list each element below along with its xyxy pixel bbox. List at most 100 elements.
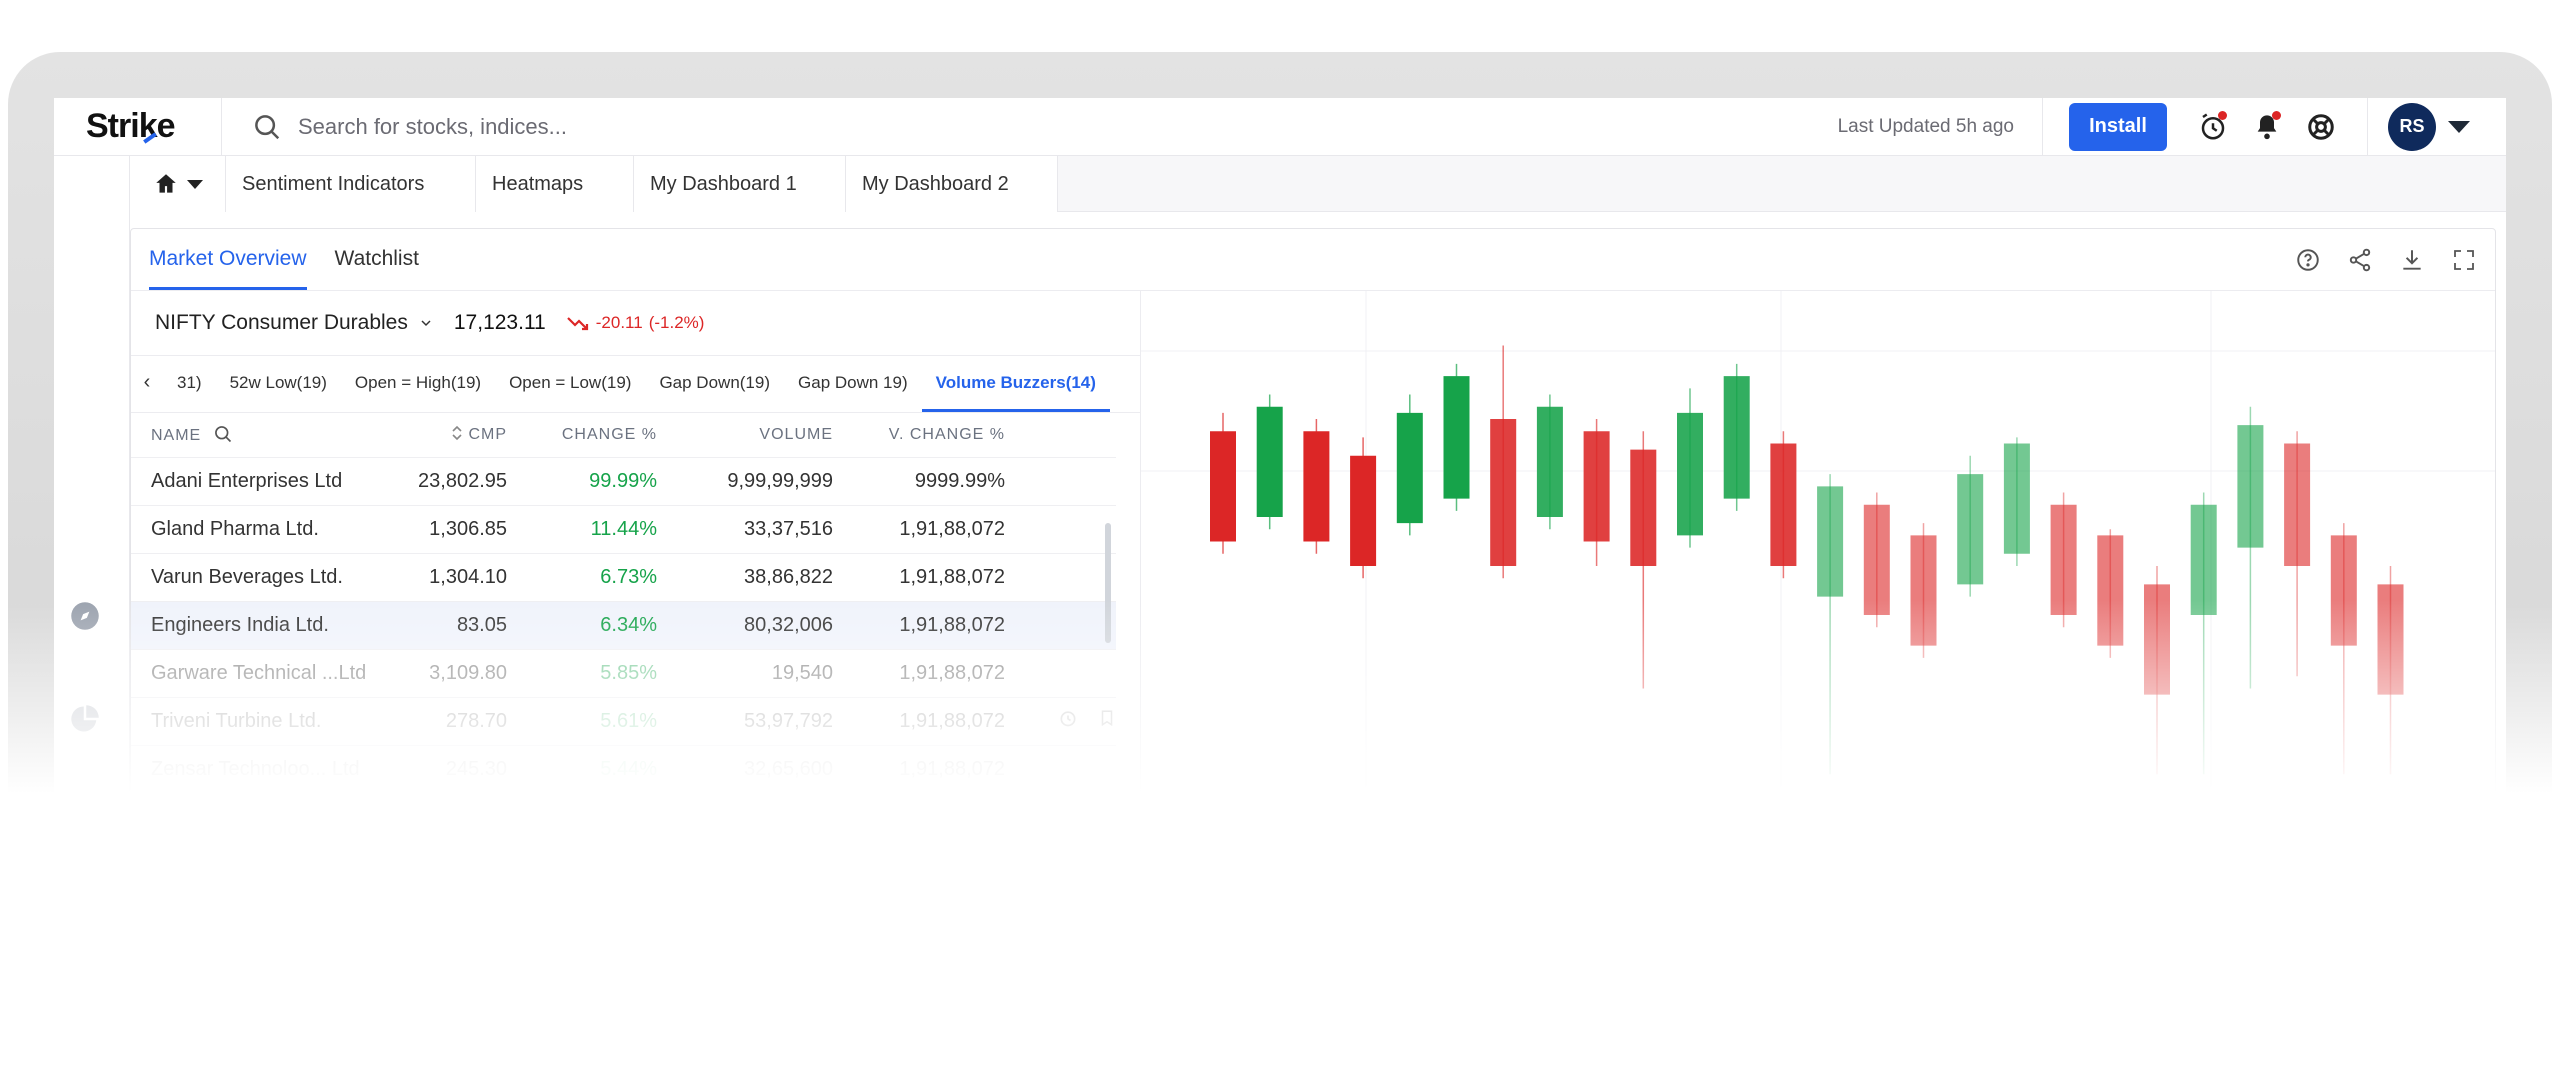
- app-window: Strike Last Updated 5h ago Install RS: [54, 98, 2506, 812]
- stock-name[interactable]: Varun Beverages Ltd.: [131, 552, 379, 601]
- download-icon[interactable]: [2395, 243, 2429, 277]
- column-cmp-header[interactable]: CMP: [379, 413, 507, 457]
- tab-my-dashboard-1[interactable]: My Dashboard 1: [634, 156, 846, 212]
- table-row[interactable]: Gland Pharma Ltd. 1,306.85 11.44% 33,37,…: [131, 504, 1116, 553]
- candle-up[interactable]: [1536, 406, 1563, 517]
- candle-down[interactable]: [1303, 431, 1330, 542]
- candle-up[interactable]: [2237, 425, 2264, 548]
- stock-cmp: 1,304.10: [379, 552, 507, 601]
- candle-up[interactable]: [1677, 412, 1703, 536]
- stock-name[interactable]: Adani Enterprises Ltd: [131, 456, 379, 505]
- row-actions: [1005, 600, 1116, 649]
- table-row[interactable]: Adani Enterprises Ltd 23,802.95 99.99% 9…: [131, 456, 1116, 505]
- stock-cmp: 83.05: [379, 600, 507, 649]
- candle-up[interactable]: [1256, 406, 1283, 517]
- bell-icon[interactable]: [2247, 107, 2287, 147]
- filter-chip[interactable]: Gap Down(19): [645, 356, 784, 412]
- filter-chip[interactable]: Open = Low(19): [495, 356, 645, 412]
- stock-vchange: 1,91,88,072: [833, 504, 1005, 553]
- stock-cmp: 23,802.95: [379, 456, 507, 505]
- stock-name[interactable]: Gland Pharma Ltd.: [131, 504, 379, 553]
- stock-cmp: 1,306.85: [379, 504, 507, 553]
- tab-my-dashboard-2[interactable]: My Dashboard 2: [846, 156, 1058, 212]
- candle-down[interactable]: [1210, 431, 1236, 542]
- chevron-down-icon: [421, 320, 431, 327]
- candle-down[interactable]: [2377, 584, 2404, 695]
- logo-text-prefix: Stri: [86, 107, 140, 145]
- candle-down[interactable]: [2144, 584, 2170, 695]
- stock-name[interactable]: Triveni Turbine Ltd.: [131, 696, 379, 745]
- help-icon[interactable]: [2291, 243, 2325, 277]
- candle-down[interactable]: [1770, 443, 1797, 567]
- install-button[interactable]: Install: [2069, 102, 2167, 151]
- column-volume-header[interactable]: VOLUME: [657, 413, 833, 457]
- search-input[interactable]: [298, 113, 998, 140]
- stock-name[interactable]: Engineers India Ltd.: [131, 600, 379, 649]
- panel-toolbar: [2291, 243, 2481, 277]
- filter-chip[interactable]: 52w Low(19): [216, 356, 341, 412]
- strike-logo[interactable]: Stri k e: [54, 98, 222, 156]
- index-change-value: -20.11: [595, 313, 643, 332]
- alarm-icon[interactable]: [2193, 107, 2233, 147]
- stock-name[interactable]: Garware Technical ...Ltd: [131, 648, 379, 697]
- support-icon[interactable]: [2301, 107, 2341, 147]
- candle-up[interactable]: [1723, 376, 1750, 499]
- bell-notification-dot: [2272, 110, 2281, 120]
- tab-heatmaps[interactable]: Heatmaps: [476, 156, 634, 212]
- filter-chip-active[interactable]: Volume Buzzers(14): [921, 356, 1110, 412]
- candle-down[interactable]: [1910, 535, 1937, 646]
- candle-down[interactable]: [2050, 504, 2077, 615]
- candle-down[interactable]: [2097, 535, 2124, 646]
- share-icon[interactable]: [2343, 243, 2377, 277]
- tab-sentiment-indicators[interactable]: Sentiment Indicators: [226, 156, 476, 212]
- candle-up[interactable]: [1817, 486, 1844, 597]
- bookmark-icon[interactable]: [1098, 708, 1116, 728]
- candle-up[interactable]: [1443, 376, 1470, 499]
- candle-down[interactable]: [1490, 419, 1517, 566]
- candle-up[interactable]: [1957, 474, 1984, 585]
- pie-chart-icon[interactable]: [70, 704, 100, 734]
- candle-down[interactable]: [1350, 455, 1377, 566]
- search-icon[interactable]: [213, 424, 233, 444]
- filter-chip[interactable]: Open = High(19): [341, 356, 495, 412]
- chevron-left-icon[interactable]: ‹: [131, 356, 163, 412]
- candle-up[interactable]: [2190, 504, 2217, 615]
- column-cmp-label: CMP: [468, 426, 507, 444]
- column-actions-header: [1005, 413, 1116, 457]
- table-row[interactable]: Zensar Technoloo... Ltd 245.30 5.44% 32,…: [131, 744, 1116, 793]
- table-row[interactable]: Garware Technical ...Ltd 3,109.80 5.85% …: [131, 648, 1116, 697]
- avatar[interactable]: RS: [2388, 102, 2436, 151]
- search-bar[interactable]: [222, 98, 1838, 156]
- candle-down[interactable]: [1630, 449, 1657, 566]
- candle-down[interactable]: [2284, 443, 2311, 567]
- table-row-highlighted[interactable]: Engineers India Ltd. 83.05 6.34% 80,32,0…: [131, 600, 1116, 649]
- filter-chips: ‹ 31) 52w Low(19) Open = High(19) Open =…: [131, 355, 1140, 413]
- candle-down[interactable]: [1583, 431, 1610, 542]
- column-vchange-header[interactable]: V. CHANGE %: [833, 413, 1005, 457]
- chevron-down-icon: [186, 179, 203, 189]
- filter-chip[interactable]: 31): [163, 356, 216, 412]
- home-tab[interactable]: [130, 156, 226, 212]
- candle-up[interactable]: [2003, 443, 2030, 554]
- fullscreen-icon[interactable]: [2447, 243, 2481, 277]
- index-selector[interactable]: NIFTY Consumer Durables: [155, 311, 434, 335]
- stock-name[interactable]: Zensar Technoloo... Ltd: [131, 744, 379, 793]
- column-name-label: NAME: [151, 427, 202, 445]
- alarm-icon[interactable]: [1058, 708, 1078, 728]
- filter-chip[interactable]: Gap Down 19): [784, 356, 922, 412]
- stock-vchange: 1,91,88,072: [833, 552, 1005, 601]
- table-row[interactable]: Triveni Turbine Ltd. 278.70 5.61% 53,97,…: [131, 696, 1116, 745]
- chevron-down-icon[interactable]: [2448, 120, 2470, 133]
- compass-icon[interactable]: [70, 601, 100, 631]
- tab-market-overview[interactable]: Market Overview: [149, 247, 307, 290]
- candle-down[interactable]: [2330, 535, 2357, 646]
- candle-down[interactable]: [1863, 504, 1890, 615]
- candle-up[interactable]: [1396, 412, 1423, 524]
- stock-volume: 9,99,99,999: [657, 456, 833, 505]
- index-change: -20.11 (-1.2%): [566, 313, 704, 333]
- column-name-header[interactable]: NAME: [131, 413, 379, 457]
- tab-watchlist[interactable]: Watchlist: [335, 247, 419, 290]
- table-scrollbar[interactable]: [1105, 523, 1111, 643]
- table-row[interactable]: Varun Beverages Ltd. 1,304.10 6.73% 38,8…: [131, 552, 1116, 601]
- column-change-header[interactable]: CHANGE %: [507, 413, 657, 457]
